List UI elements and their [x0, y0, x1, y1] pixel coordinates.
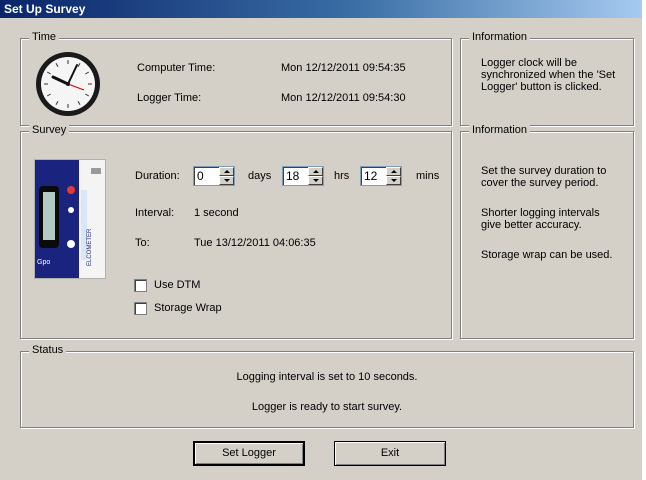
exit-button[interactable]: Exit — [334, 441, 446, 466]
storage-wrap-label[interactable]: Storage Wrap — [154, 302, 222, 314]
info-survey-group: Information — [460, 124, 634, 339]
survey-group-legend: Survey — [29, 124, 70, 136]
computer-time-label: Computer Time: — [137, 62, 216, 74]
device-brand-text: ELCOMETER — [87, 228, 93, 266]
info-time-legend: Information — [469, 31, 531, 43]
logger-time-value: Mon 12/12/2011 09:54:30 — [281, 92, 406, 104]
hrs-unit-label: hrs — [334, 170, 350, 182]
use-dtm-checkbox[interactable] — [134, 279, 147, 292]
hrs-down-arrow-icon[interactable] — [308, 176, 323, 185]
info-survey-line3: Storage wrap can be used. — [481, 249, 613, 261]
mins-down-arrow-icon[interactable] — [386, 176, 401, 185]
data-logger-device-image: Gpo ELCOMETER — [34, 159, 106, 279]
window-title: Set Up Survey — [4, 2, 86, 16]
hrs-spinner[interactable]: 18 — [282, 166, 324, 186]
info-survey-line2: Shorter logging intervals give better ac… — [481, 207, 600, 231]
days-down-arrow-icon[interactable] — [219, 176, 234, 185]
status-line2: Logger is ready to start survey. — [251, 401, 403, 413]
days-up-arrow-icon[interactable] — [219, 167, 234, 176]
status-line1: Logging interval is set to 10 seconds. — [236, 371, 418, 383]
time-group-legend: Time — [29, 31, 60, 43]
to-value: Tue 13/12/2011 04:06:35 — [194, 237, 316, 249]
hrs-value[interactable]: 18 — [286, 169, 299, 183]
days-unit-label: days — [248, 170, 272, 182]
title-bar[interactable]: Set Up Survey — [0, 0, 642, 18]
computer-time-value: Mon 12/12/2011 09:54:35 — [281, 62, 406, 74]
device-badge-text: Gpo — [37, 259, 50, 266]
mins-spinner[interactable]: 12 — [360, 166, 402, 186]
set-logger-button[interactable]: Set Logger — [193, 441, 305, 466]
storage-wrap-checkbox[interactable] — [134, 302, 147, 315]
hrs-up-arrow-icon[interactable] — [308, 167, 323, 176]
wall-clock-icon — [36, 52, 100, 116]
use-dtm-label[interactable]: Use DTM — [154, 279, 200, 291]
to-label: To: — [135, 237, 150, 249]
dialog-window: Set Up Survey Time Computer Time: Mon 12… — [0, 0, 642, 480]
duration-label: Duration: — [135, 170, 180, 182]
mins-up-arrow-icon[interactable] — [386, 167, 401, 176]
interval-value: 1 second — [194, 207, 239, 219]
days-value[interactable]: 0 — [197, 169, 204, 183]
logger-time-label: Logger Time: — [137, 92, 202, 104]
interval-label: Interval: — [135, 207, 175, 219]
info-survey-legend: Information — [469, 124, 531, 136]
status-group: Status — [20, 344, 634, 428]
days-spinner[interactable]: 0 — [193, 166, 235, 186]
mins-unit-label: mins — [416, 170, 440, 182]
mins-value[interactable]: 12 — [364, 169, 377, 183]
status-group-legend: Status — [29, 344, 67, 356]
info-survey-line1: Set the survey duration to cover the sur… — [481, 165, 607, 189]
info-time-text: Logger clock will be synchronized when t… — [481, 57, 616, 93]
